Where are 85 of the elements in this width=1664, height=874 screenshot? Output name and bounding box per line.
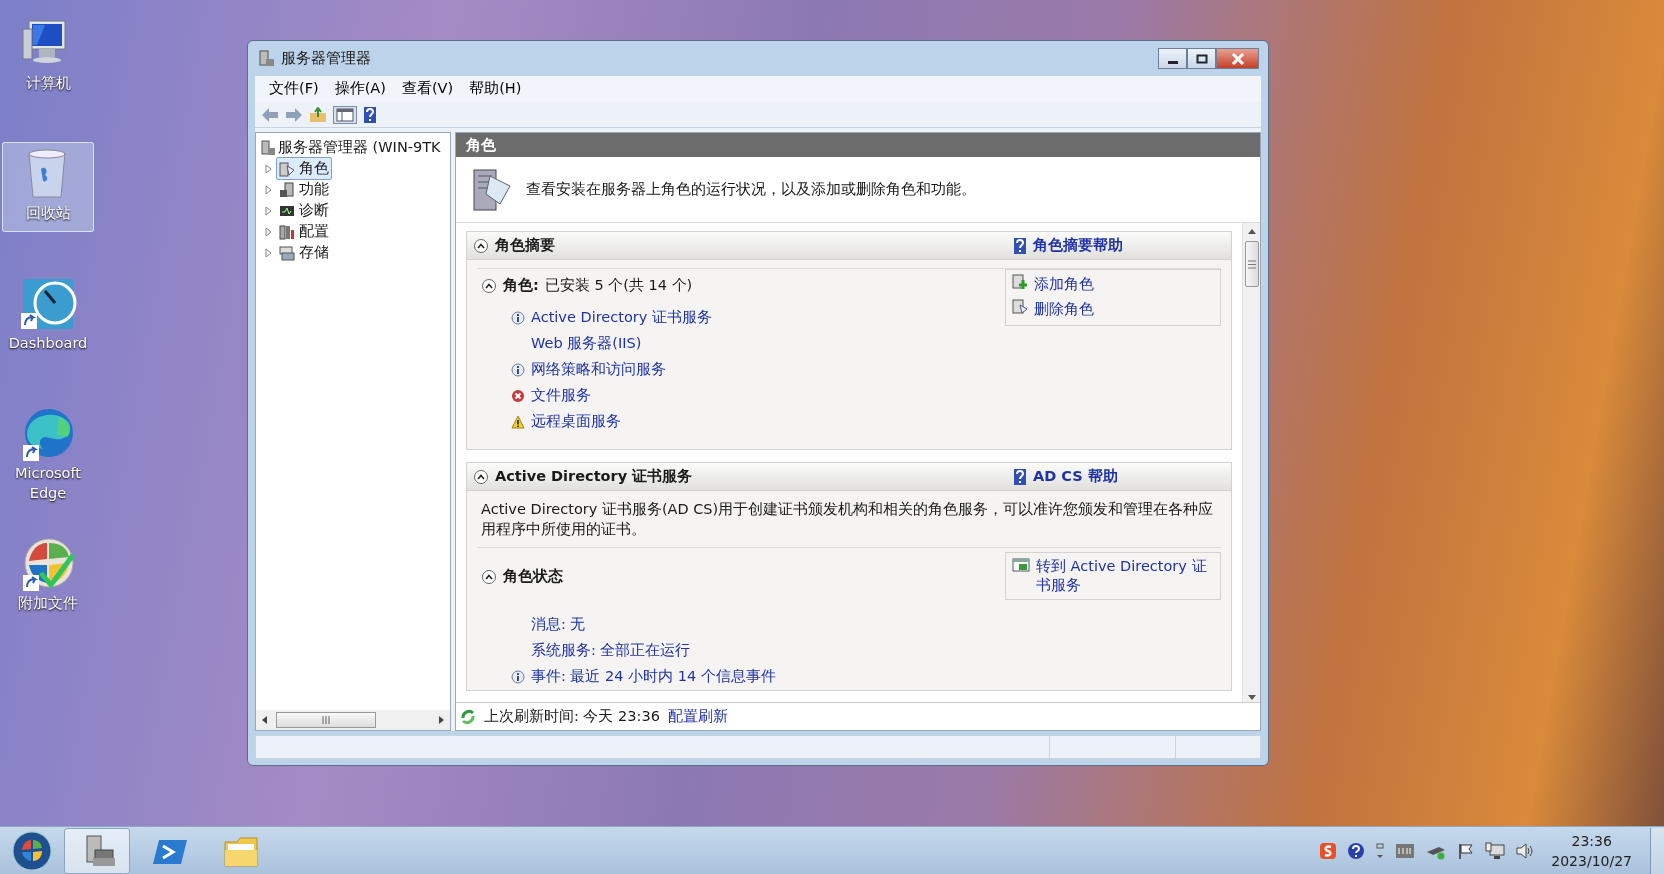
role-link[interactable]: Web 服务器(IIS) xyxy=(531,333,642,355)
remove-role-icon xyxy=(1012,298,1028,315)
flag-icon[interactable] xyxy=(1457,841,1476,860)
section-title: 角色摘要 xyxy=(495,235,555,255)
error-icon xyxy=(511,389,525,403)
roles-icon xyxy=(279,160,295,177)
collapse-icon[interactable] xyxy=(481,278,497,294)
action-link[interactable]: 删除角色 xyxy=(1034,298,1094,321)
expand-arrow-icon[interactable] xyxy=(264,184,274,195)
minimize-icon xyxy=(1167,60,1178,64)
taskbar-app-button[interactable] xyxy=(64,827,130,874)
grip-icon xyxy=(321,716,331,724)
section-description: Active Directory 证书服务(AD CS)用于创建证书颁发机构和相关的角色服务，可以准许您颁发和管理在各种应用程序中所使用的证书。 xyxy=(481,500,1215,539)
tree-root-item[interactable]: 服务器管理器 (WIN-9TK xyxy=(278,136,441,159)
network-icon[interactable] xyxy=(1485,841,1506,860)
warning-icon xyxy=(511,415,525,429)
info-icon xyxy=(511,363,525,377)
help-icon[interactable] xyxy=(1347,841,1366,860)
last-refresh-text: 上次刷新时间: 今天 23:36 xyxy=(484,706,660,726)
scroll-down-icon[interactable] xyxy=(1246,694,1257,702)
info-icon xyxy=(511,670,525,684)
sub-heading: 角色: xyxy=(503,276,539,296)
sub-heading: 角色状态 xyxy=(503,567,563,587)
scroll-right-icon[interactable] xyxy=(438,715,446,725)
scroll-up-icon[interactable] xyxy=(1246,227,1257,235)
expand-arrow-icon[interactable] xyxy=(264,226,274,237)
status-link[interactable]: 系统服务: 全部正在运行 xyxy=(531,640,691,662)
features-icon xyxy=(279,181,295,198)
scroll-left-icon[interactable] xyxy=(260,715,268,725)
intro-text: 查看安装在服务器上角色的运行状况，以及添加或删除角色和功能。 xyxy=(526,179,976,199)
server-icon xyxy=(257,49,275,68)
collapse-icon[interactable] xyxy=(473,468,489,485)
menu-item[interactable]: 帮助(H) xyxy=(461,78,530,100)
minimize-button[interactable] xyxy=(1158,48,1187,69)
status-link[interactable]: 消息: 无 xyxy=(531,614,586,636)
add-role-icon xyxy=(1012,274,1028,290)
speaker-icon[interactable] xyxy=(1515,841,1536,860)
role-link[interactable]: 文件服务 xyxy=(531,385,591,407)
role-link[interactable]: 远程桌面服务 xyxy=(531,411,621,433)
storage-icon xyxy=(279,244,295,261)
help-icon[interactable] xyxy=(363,105,377,124)
show-hide-tree-button[interactable] xyxy=(333,105,357,124)
installed-count: 已安装 5 个(共 14 个) xyxy=(544,276,693,296)
close-icon xyxy=(1230,52,1245,65)
menu-item[interactable]: 操作(A) xyxy=(326,78,394,100)
status-link[interactable]: 事件: 最近 24 小时内 14 个信息事件 xyxy=(531,666,776,688)
refresh-icon xyxy=(460,708,476,725)
clock[interactable]: 23:36 2023/10/27 xyxy=(1545,830,1638,871)
input-method-icon[interactable] xyxy=(1319,841,1338,860)
expand-arrow-icon[interactable] xyxy=(264,163,274,174)
maximize-button[interactable] xyxy=(1187,48,1216,69)
role-link[interactable]: Active Directory 证书服务 xyxy=(531,307,712,329)
pane-header: 角色 xyxy=(456,133,1260,157)
close-button[interactable] xyxy=(1216,48,1259,69)
tree-item[interactable]: 角色 xyxy=(276,156,332,181)
show-hidden-icons-icon[interactable] xyxy=(1375,841,1386,860)
window-title: 服务器管理器 xyxy=(281,48,371,68)
menu-item[interactable]: 文件(F) xyxy=(261,78,327,100)
help-icon xyxy=(1013,467,1027,486)
help-icon xyxy=(1013,236,1027,255)
help-link[interactable]: AD CS 帮助 xyxy=(1033,465,1118,488)
server-icon xyxy=(260,139,276,156)
expand-arrow-icon[interactable] xyxy=(264,247,274,258)
configuration-icon xyxy=(279,223,295,240)
scrollbar-thumb[interactable] xyxy=(1244,241,1259,287)
windows-logo-icon xyxy=(12,830,52,871)
configure-refresh-link[interactable]: 配置刷新 xyxy=(667,705,728,728)
panel-layout-icon xyxy=(336,107,354,122)
console-window-icon xyxy=(1012,557,1030,573)
action-link[interactable]: 添加角色 xyxy=(1034,274,1094,296)
maximize-icon xyxy=(1195,53,1208,64)
info-icon xyxy=(511,311,525,325)
scrollbar-thumb[interactable] xyxy=(276,712,376,728)
collapse-icon[interactable] xyxy=(473,237,489,254)
vmware-tools-icon[interactable] xyxy=(1395,842,1416,859)
expand-arrow-icon[interactable] xyxy=(264,205,274,216)
vertical-scrollbar[interactable] xyxy=(1242,223,1260,702)
menu-item[interactable]: 查看(V) xyxy=(393,78,462,100)
role-link[interactable]: 网络策略和访问服务 xyxy=(531,359,666,381)
grip-icon xyxy=(1247,259,1256,269)
folder-up-icon[interactable] xyxy=(309,106,327,123)
help-link[interactable]: 角色摘要帮助 xyxy=(1033,234,1123,257)
horizontal-scrollbar[interactable] xyxy=(256,710,450,730)
collapse-icon[interactable] xyxy=(481,569,497,585)
section-title: Active Directory 证书服务 xyxy=(495,466,693,486)
